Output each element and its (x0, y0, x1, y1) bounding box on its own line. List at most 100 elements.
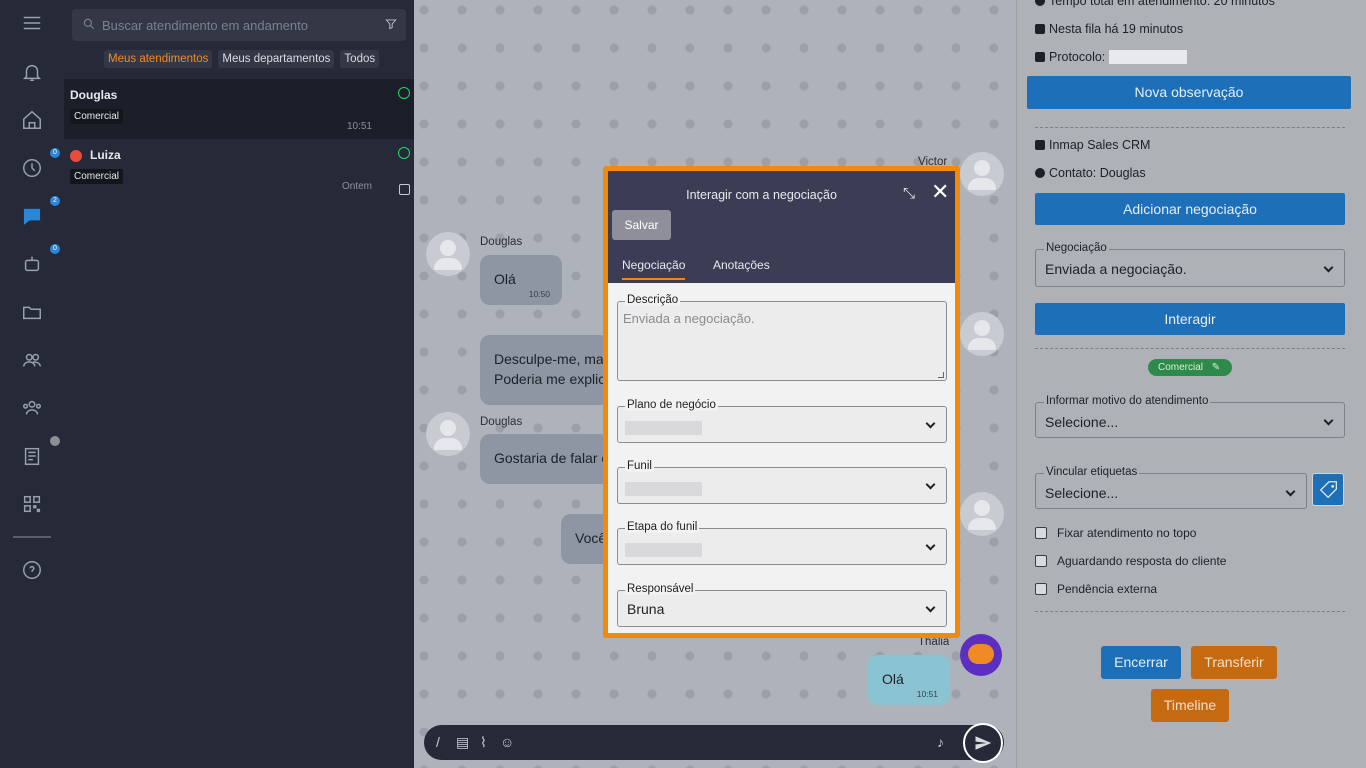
divider (13, 536, 51, 538)
folder-icon[interactable] (20, 300, 44, 324)
robot-icon[interactable] (20, 252, 44, 276)
badge-count: 2 (50, 196, 60, 206)
filter-all[interactable]: Todos (340, 50, 380, 68)
message-composer[interactable]: / ▤ ⌇ ☺ ♪ (424, 725, 1004, 760)
crm-name: Inmap Sales CRM (1035, 138, 1150, 152)
conversation-time: 10:51 (346, 121, 372, 132)
transfer-button[interactable]: Transferir (1191, 646, 1277, 679)
chevron-down-icon (925, 602, 936, 613)
total-time: Tempo total em atendimento: 20 minutos (1035, 0, 1275, 8)
add-negotiation-button[interactable]: Adicionar negociação (1035, 193, 1345, 225)
checkbox[interactable] (1035, 527, 1047, 539)
message-text-line2: Poderia me explica (494, 371, 614, 387)
message-template-icon[interactable]: ▤ (456, 735, 471, 750)
save-button[interactable]: Salvar (612, 210, 671, 240)
reason-select[interactable]: Informar motivo do atendimento Selecione… (1035, 395, 1345, 438)
users-icon[interactable] (20, 348, 44, 372)
add-tag-button[interactable] (1312, 473, 1344, 506)
badge-count: 0 (50, 148, 60, 158)
phone-book-icon[interactable] (20, 444, 44, 468)
send-button[interactable] (963, 723, 1003, 763)
home-icon[interactable] (20, 108, 44, 132)
qr-code-icon[interactable] (20, 492, 44, 516)
external-pending-checkbox[interactable]: Pendência externa (1035, 582, 1157, 596)
department-badge[interactable]: Comercial ✎ (1148, 359, 1232, 376)
groups-icon[interactable] (20, 396, 44, 420)
total-time-text: Tempo total em atendimento: 20 minutos (1049, 0, 1275, 8)
divider (1035, 611, 1345, 612)
message-sender: Douglas (480, 416, 523, 428)
negotiation-label: Negociação (1044, 242, 1109, 254)
menu-icon[interactable] (20, 11, 44, 35)
business-plan-select[interactable]: Plano de negócio (617, 399, 947, 443)
message-bubble: Olá 10:51 (868, 655, 950, 705)
avatar (426, 412, 470, 456)
tags-select[interactable]: Vincular etiquetas Selecione... (1035, 466, 1307, 509)
funnel-stage-label: Etapa do funil (625, 521, 700, 533)
chevron-down-icon (925, 479, 936, 490)
message-bubble: Gostaria de falar c (480, 434, 610, 484)
send-icon (975, 736, 992, 750)
queue-time-text: Nesta fila há 19 minutos (1049, 22, 1184, 36)
new-observation-button[interactable]: Nova observação (1027, 76, 1351, 109)
filter-my-departments[interactable]: Meus departamentos (218, 50, 335, 68)
funnel-stage-select[interactable]: Etapa do funil (617, 521, 947, 565)
responsible-select[interactable]: Responsável Bruna (617, 583, 947, 627)
close-attendance-button[interactable]: Encerrar (1101, 646, 1181, 679)
slash-command-icon[interactable]: / (436, 735, 451, 750)
status-dot (50, 436, 60, 446)
department-badge-label: Comercial (1158, 362, 1204, 373)
tags-value: Selecione... (1045, 485, 1119, 501)
awaiting-client-checkbox[interactable]: Aguardando resposta do cliente (1035, 554, 1226, 568)
queue-time: Nesta fila há 19 minutos (1035, 22, 1183, 36)
chat-icon[interactable] (20, 204, 44, 228)
search-placeholder: Buscar atendimento em andamento (102, 18, 308, 33)
funnel-value (625, 482, 702, 496)
tab-negotiation[interactable]: Negociação (622, 258, 686, 280)
crm-text: Inmap Sales CRM (1049, 138, 1151, 152)
protocol-label: Protocolo: (1049, 50, 1106, 64)
responsible-label: Responsável (625, 583, 696, 595)
resize-handle[interactable] (938, 372, 944, 378)
funnel-select[interactable]: Funil (617, 460, 947, 504)
minimize-icon[interactable]: ⤡ (903, 186, 919, 202)
tab-notes[interactable]: Anotações (713, 258, 770, 278)
conversation-item[interactable]: Luiza Comercial Ontem (64, 139, 414, 199)
conversation-item[interactable]: Douglas Comercial 10:51 (64, 79, 414, 139)
bell-icon[interactable] (20, 60, 44, 84)
contact: Contato: Douglas (1035, 166, 1146, 180)
negotiation-select[interactable]: Negociação Enviada a negociação. (1035, 242, 1345, 287)
description-placeholder: Enviada a negociação. (623, 311, 755, 326)
microphone-icon[interactable]: ♪ (937, 735, 952, 750)
clock-icon[interactable] (20, 156, 44, 180)
filter-my-attendances[interactable]: Meus atendimentos (104, 50, 213, 68)
message-text: Gostaria de falar c (494, 450, 609, 466)
interact-button[interactable]: Interagir (1035, 303, 1345, 335)
pin-top-checkbox[interactable]: Fixar atendimento no topo (1035, 526, 1196, 540)
clock-icon (1035, 0, 1045, 6)
emoji-icon[interactable]: ☺ (500, 735, 515, 750)
icon-rail: 0 2 0 (0, 0, 64, 768)
checkbox-label: Fixar atendimento no topo (1057, 526, 1197, 540)
whatsapp-icon (398, 87, 410, 99)
checkbox[interactable] (1035, 555, 1047, 567)
tag-icon (1319, 481, 1337, 499)
message-text: Desculpe-me, mas (494, 351, 611, 367)
filter-icon[interactable] (384, 17, 398, 31)
attachment-icon[interactable]: ⌇ (480, 735, 495, 750)
message-text: Olá (882, 671, 904, 687)
divider (1035, 127, 1345, 128)
avatar (960, 312, 1004, 356)
search-input[interactable]: Buscar atendimento em andamento (72, 9, 406, 41)
badge-count: 0 (50, 244, 60, 254)
attendance-details-panel: Tempo total em atendimento: 20 minutos N… (1016, 0, 1366, 768)
timeline-button[interactable]: Timeline (1151, 689, 1229, 722)
bot-avatar (960, 634, 1002, 676)
close-icon[interactable]: ✕ (931, 181, 949, 203)
crm-icon (1035, 140, 1045, 150)
department-tag: Comercial (70, 169, 124, 184)
description-textarea[interactable]: Descrição Enviada a negociação. (617, 294, 947, 381)
help-icon[interactable] (20, 558, 44, 582)
checkbox[interactable] (1035, 583, 1047, 595)
checkbox-label: Aguardando resposta do cliente (1057, 554, 1227, 568)
